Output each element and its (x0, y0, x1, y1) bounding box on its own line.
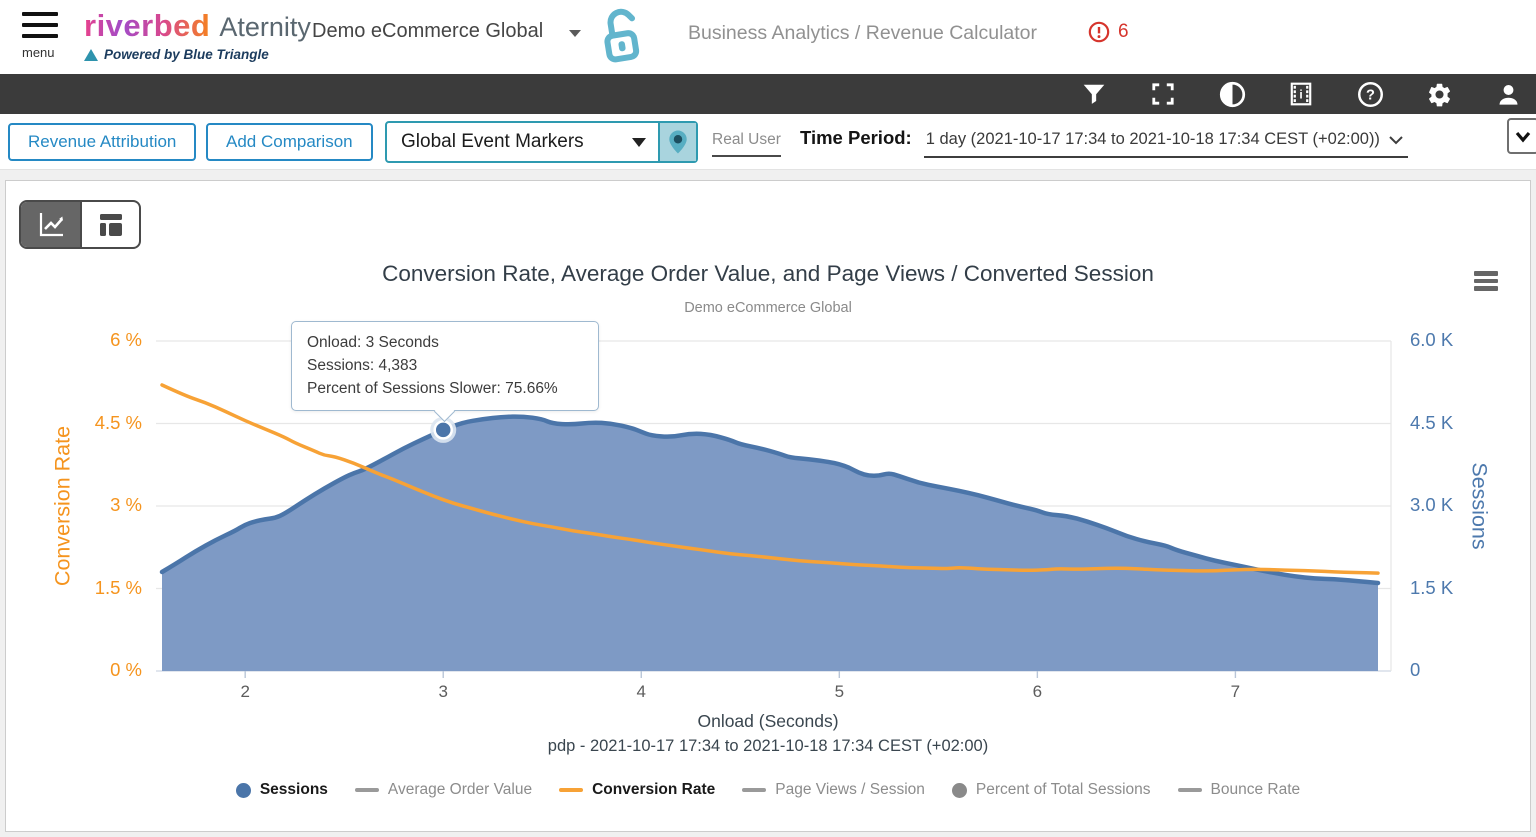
revenue-attribution-button[interactable]: Revenue Attribution (8, 123, 196, 161)
legend-label: Conversion Rate (592, 781, 715, 799)
help-button[interactable]: ? (1356, 80, 1384, 108)
settings-button[interactable] (1425, 80, 1453, 108)
aternity-logo: Aternity (219, 12, 311, 43)
y-tick-left: 6 % (6, 329, 142, 351)
app-header: menu riverbed Aternity Powered by Blue T… (0, 0, 1536, 74)
hover-marker (435, 421, 452, 438)
riverbed-logo: riverbed (84, 8, 210, 44)
legend-item-conversion-rate[interactable]: Conversion Rate (559, 781, 715, 799)
y-tick-right: 4.5 K (1410, 412, 1510, 434)
chevron-down-icon (1388, 134, 1404, 146)
y-tick-right: 1.5 K (1410, 577, 1510, 599)
tooltip-line: Onload: 3 Seconds (307, 331, 583, 354)
alert-icon (1088, 21, 1110, 43)
filter-icon (1081, 81, 1107, 107)
profile-button[interactable] (1494, 80, 1522, 108)
legend-circle-marker (952, 783, 967, 798)
icon-toolbar: i ? (0, 74, 1536, 114)
caret-down-icon (632, 138, 646, 147)
powered-by: Powered by Blue Triangle (84, 47, 311, 62)
chart-tooltip: Onload: 3 Seconds Sessions: 4,383 Percen… (291, 321, 599, 411)
tooltip-line: Sessions: 4,383 (307, 354, 583, 377)
chart-canvas[interactable] (6, 181, 1532, 741)
legend-label: Sessions (260, 781, 328, 799)
y-tick-left: 3 % (6, 494, 142, 516)
hamburger-icon (22, 12, 58, 16)
legend-dash-marker (355, 788, 379, 792)
event-markers-value: Global Event Markers (387, 123, 598, 161)
x-tick: 6 (1007, 682, 1067, 702)
time-period-label: Time Period: (800, 127, 912, 149)
session-replay-button[interactable]: i (1287, 80, 1315, 108)
chevron-down-icon (1515, 130, 1531, 143)
film-info-icon: i (1288, 81, 1314, 107)
unlock-icon (597, 4, 649, 68)
help-icon: ? (1357, 81, 1384, 108)
x-tick: 2 (215, 682, 275, 702)
alert-count: 6 (1118, 21, 1129, 43)
y-tick-left: 4.5 % (6, 412, 142, 434)
legend-dash-marker (1178, 788, 1202, 792)
event-markers-select[interactable]: Global Event Markers (385, 121, 698, 163)
legend-item-sessions[interactable]: Sessions (236, 781, 328, 799)
chart-panel: Conversion Rate, Average Order Value, an… (5, 180, 1531, 832)
x-tick: 5 (809, 682, 869, 702)
collapse-panel-button[interactable] (1507, 118, 1536, 154)
x-axis-sublabel: pdp - 2021-10-17 17:34 to 2021-10-18 17:… (6, 737, 1530, 756)
legend-label: Percent of Total Sessions (976, 781, 1151, 799)
svg-text:i: i (1299, 88, 1302, 102)
legend-label: Page Views / Session (775, 781, 925, 799)
control-toolbar: Revenue Attribution Add Comparison Globa… (0, 114, 1536, 170)
add-comparison-button[interactable]: Add Comparison (206, 123, 373, 161)
legend-circle-marker (236, 783, 251, 798)
y-tick-left: 0 % (6, 659, 142, 681)
time-period-value: 1 day (2021-10-17 17:34 to 2021-10-18 17… (926, 130, 1380, 149)
x-axis-label: Onload (Seconds) (6, 711, 1530, 732)
tooltip-line: Percent of Sessions Slower: 75.66% (307, 377, 583, 400)
filter-button[interactable] (1080, 80, 1108, 108)
time-period: Time Period: 1 day (2021-10-17 17:34 to … (800, 127, 1408, 158)
y-tick-right: 0 (1410, 659, 1510, 681)
svg-text:?: ? (1366, 87, 1375, 103)
user-icon (1495, 81, 1522, 108)
y-tick-left: 1.5 % (6, 577, 142, 599)
legend-label: Average Order Value (388, 781, 532, 799)
event-marker-pin-box[interactable] (658, 123, 696, 161)
page-title: Business Analytics / Revenue Calculator (688, 22, 1037, 45)
alert-indicator[interactable]: 6 (1088, 21, 1129, 43)
x-tick: 4 (611, 682, 671, 702)
map-pin-icon (667, 129, 689, 155)
contrast-button[interactable] (1218, 80, 1246, 108)
legend-item-page-views-session[interactable]: Page Views / Session (742, 781, 925, 799)
x-tick: 3 (413, 682, 473, 702)
fullscreen-button[interactable] (1149, 80, 1177, 108)
account-selector-value: Demo eCommerce Global (312, 20, 543, 43)
legend-dash-marker (742, 788, 766, 792)
legend-item-percent-of-total-sessions[interactable]: Percent of Total Sessions (952, 781, 1151, 799)
time-period-selector[interactable]: 1 day (2021-10-17 17:34 to 2021-10-18 17… (924, 130, 1408, 158)
brand-logo: riverbed Aternity Powered by Blue Triang… (84, 8, 311, 62)
fullscreen-icon (1150, 81, 1176, 107)
caret-down-icon (569, 30, 581, 37)
legend-dash-marker (559, 788, 583, 792)
gear-icon (1426, 81, 1453, 108)
account-selector[interactable]: Demo eCommerce Global (312, 20, 581, 43)
legend-item-bounce-rate[interactable]: Bounce Rate (1178, 781, 1301, 799)
y-tick-right: 6.0 K (1410, 329, 1510, 351)
unlock-button[interactable] (597, 4, 649, 73)
x-tick: 7 (1205, 682, 1265, 702)
blue-triangle-icon (84, 49, 98, 61)
chart-legend: Sessions Average Order Value Conversion Ra… (6, 781, 1530, 799)
y-tick-right: 3.0 K (1410, 494, 1510, 516)
legend-item-average-order-value[interactable]: Average Order Value (355, 781, 532, 799)
real-user-link[interactable]: Real User (712, 131, 781, 157)
contrast-icon (1219, 81, 1246, 108)
menu-label: menu (22, 45, 66, 60)
legend-label: Bounce Rate (1211, 781, 1301, 799)
menu-button[interactable]: menu (22, 12, 66, 64)
